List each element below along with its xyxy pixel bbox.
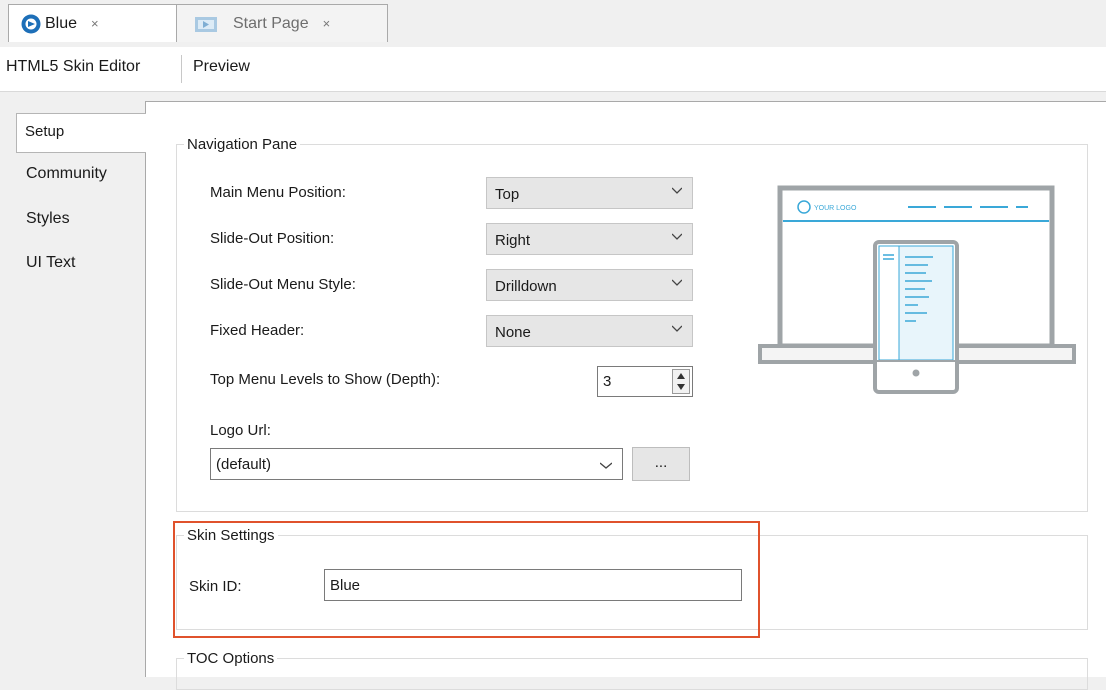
layout-preview-illustration: YOUR LOGO — [758, 185, 1076, 394]
tab-styles[interactable]: Styles — [26, 210, 146, 228]
app-logo-icon — [21, 14, 41, 34]
chevron-down-icon — [672, 279, 682, 286]
highlight-box — [173, 521, 760, 638]
preview-logo-text: YOUR LOGO — [814, 205, 857, 212]
chevron-down-icon — [672, 187, 682, 194]
tab-community[interactable]: Community — [26, 165, 146, 183]
chevron-down-icon — [672, 325, 682, 332]
menu-html5-skin-editor[interactable]: HTML5 Skin Editor — [6, 58, 140, 76]
close-icon[interactable]: × — [323, 16, 331, 31]
main-menu-position-select[interactable]: Top — [486, 177, 693, 209]
tab-start-page[interactable]: Start Page × — [176, 4, 388, 42]
logo-url-combobox[interactable]: (default) — [210, 448, 623, 480]
main-menu-position-label: Main Menu Position: — [210, 184, 346, 201]
tab-setup[interactable]: Setup — [16, 113, 146, 153]
chevron-down-icon — [600, 462, 612, 469]
stepper-value: 3 — [603, 373, 612, 390]
fixed-header-label: Fixed Header: — [210, 322, 305, 339]
tab-ui-text[interactable]: UI Text — [26, 254, 146, 272]
select-value: Right — [495, 232, 531, 249]
browse-logo-button[interactable]: ... — [632, 447, 690, 481]
select-value: Drilldown — [495, 278, 557, 295]
slide-out-position-select[interactable]: Right — [486, 223, 693, 255]
tab-label: Start Page — [233, 14, 309, 32]
triangle-down-icon[interactable] — [677, 384, 685, 390]
tab-blue[interactable]: Blue × — [8, 4, 180, 42]
select-value: Top — [495, 186, 520, 203]
slide-out-position-label: Slide-Out Position: — [210, 230, 335, 247]
logo-url-label: Logo Url: — [210, 422, 271, 439]
menu-divider — [181, 55, 182, 83]
select-value: None — [495, 324, 531, 341]
tab-label: Blue — [45, 14, 78, 32]
menu-preview[interactable]: Preview — [193, 58, 250, 76]
close-icon[interactable]: × — [91, 16, 99, 31]
stepper-buttons[interactable] — [672, 369, 690, 394]
top-menu-levels-stepper[interactable]: 3 — [597, 366, 693, 397]
slide-out-menu-style-select[interactable]: Drilldown — [486, 269, 693, 301]
chevron-down-icon — [672, 233, 682, 240]
triangle-up-icon[interactable] — [677, 373, 685, 379]
editor-menubar: HTML5 Skin Editor Preview — [0, 47, 1106, 92]
toc-options-group: TOC Options — [176, 650, 1088, 690]
top-menu-levels-label: Top Menu Levels to Show (Depth): — [210, 371, 441, 388]
fixed-header-select[interactable]: None — [486, 315, 693, 347]
navigation-pane-legend: Navigation Pane — [187, 136, 298, 153]
combobox-value: (default) — [216, 456, 272, 473]
toc-options-legend: TOC Options — [187, 650, 275, 667]
start-page-icon — [195, 17, 217, 32]
slide-out-menu-style-label: Slide-Out Menu Style: — [210, 276, 356, 293]
document-tab-strip: Blue × Start Page × — [0, 0, 1106, 47]
